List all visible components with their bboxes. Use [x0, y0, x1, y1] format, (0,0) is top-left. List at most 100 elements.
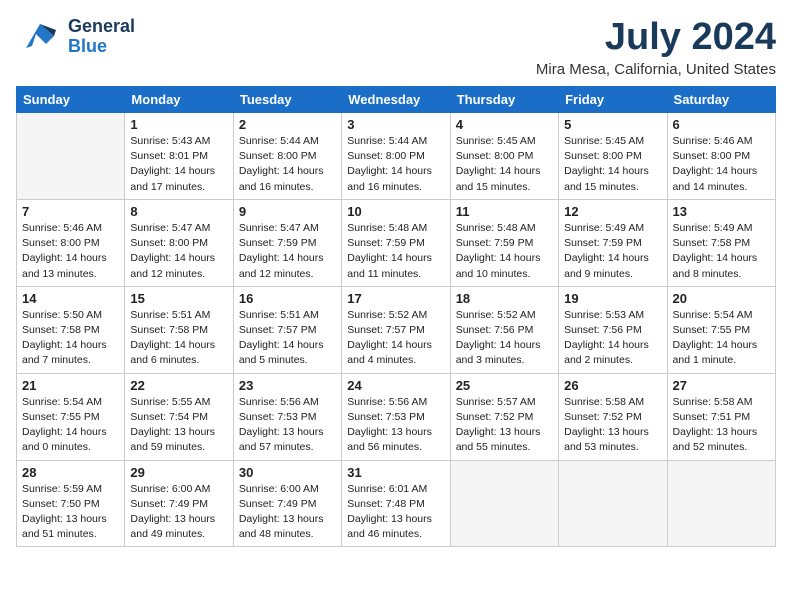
day-number: 25: [456, 378, 553, 393]
calendar-day-cell: 21 Sunrise: 5:54 AM Sunset: 7:55 PM Dayli…: [17, 373, 125, 460]
day-info: Sunrise: 5:56 AM Sunset: 7:53 PM Dayligh…: [347, 395, 444, 456]
calendar-day-cell: 25 Sunrise: 5:57 AM Sunset: 7:52 PM Dayli…: [450, 373, 558, 460]
calendar-day-cell: 22Sunrise: 5:55 AM Sunset: 7:54 PM Dayli…: [125, 373, 233, 460]
calendar-day-cell: 27 Sunrise: 5:58 AM Sunset: 7:51 PM Dayli…: [667, 373, 775, 460]
day-info: Sunrise: 5:45 AM Sunset: 8:00 PM Dayligh…: [456, 134, 553, 195]
calendar-table: SundayMondayTuesdayWednesdayThursdayFrid…: [16, 86, 776, 547]
day-info: Sunrise: 6:00 AM Sunset: 7:49 PM Dayligh…: [239, 482, 336, 543]
day-info: Sunrise: 5:45 AM Sunset: 8:00 PM Dayligh…: [564, 134, 661, 195]
calendar-day-cell: 16 Sunrise: 5:51 AM Sunset: 7:57 PM Dayli…: [233, 286, 341, 373]
day-number: 30: [239, 465, 336, 480]
calendar-day-cell: 3Sunrise: 5:44 AM Sunset: 8:00 PM Daylig…: [342, 113, 450, 200]
day-number: 13: [673, 204, 770, 219]
day-number: 17: [347, 291, 444, 306]
day-number: 20: [673, 291, 770, 306]
day-info: Sunrise: 6:01 AM Sunset: 7:48 PM Dayligh…: [347, 482, 444, 543]
calendar-header-monday: Monday: [125, 87, 233, 113]
calendar-day-cell: 18 Sunrise: 5:52 AM Sunset: 7:56 PM Dayli…: [450, 286, 558, 373]
day-number: 16: [239, 291, 336, 306]
calendar-day-cell: [667, 460, 775, 547]
calendar-day-cell: 28 Sunrise: 5:59 AM Sunset: 7:50 PM Dayli…: [17, 460, 125, 547]
day-number: 28: [22, 465, 119, 480]
calendar-header-sunday: Sunday: [17, 87, 125, 113]
calendar-header-tuesday: Tuesday: [233, 87, 341, 113]
day-info: Sunrise: 5:50 AM Sunset: 7:58 PM Dayligh…: [22, 308, 119, 369]
day-info: Sunrise: 5:58 AM Sunset: 7:51 PM Dayligh…: [673, 395, 770, 456]
day-info: Sunrise: 5:54 AM Sunset: 7:55 PM Dayligh…: [22, 395, 119, 456]
day-number: 23: [239, 378, 336, 393]
calendar-week-row: 14 Sunrise: 5:50 AM Sunset: 7:58 PM Dayli…: [17, 286, 776, 373]
day-number: 4: [456, 117, 553, 132]
day-number: 21: [22, 378, 119, 393]
day-info: Sunrise: 5:48 AM Sunset: 7:59 PM Dayligh…: [347, 221, 444, 282]
day-info: Sunrise: 5:58 AM Sunset: 7:52 PM Dayligh…: [564, 395, 661, 456]
calendar-day-cell: 29Sunrise: 6:00 AM Sunset: 7:49 PM Dayli…: [125, 460, 233, 547]
day-info: Sunrise: 5:55 AM Sunset: 7:54 PM Dayligh…: [130, 395, 227, 456]
calendar-day-cell: 2 Sunrise: 5:44 AM Sunset: 8:00 PM Daylig…: [233, 113, 341, 200]
location-text: Mira Mesa, California, United States: [536, 61, 776, 78]
day-info: Sunrise: 5:49 AM Sunset: 7:59 PM Dayligh…: [564, 221, 661, 282]
calendar-day-cell: 17Sunrise: 5:52 AM Sunset: 7:57 PM Dayli…: [342, 286, 450, 373]
calendar-header-thursday: Thursday: [450, 87, 558, 113]
calendar-day-cell: 15 Sunrise: 5:51 AM Sunset: 7:58 PM Dayli…: [125, 286, 233, 373]
logo: General Blue: [16, 16, 135, 58]
day-info: Sunrise: 5:57 AM Sunset: 7:52 PM Dayligh…: [456, 395, 553, 456]
day-number: 27: [673, 378, 770, 393]
calendar-week-row: 28 Sunrise: 5:59 AM Sunset: 7:50 PM Dayli…: [17, 460, 776, 547]
day-number: 8: [130, 204, 227, 219]
title-area: July 2024 Mira Mesa, California, United …: [536, 16, 776, 78]
day-info: Sunrise: 5:52 AM Sunset: 7:56 PM Dayligh…: [456, 308, 553, 369]
logo-icon: [16, 16, 64, 58]
calendar-week-row: 21 Sunrise: 5:54 AM Sunset: 7:55 PM Dayli…: [17, 373, 776, 460]
day-info: Sunrise: 5:46 AM Sunset: 8:00 PM Dayligh…: [673, 134, 770, 195]
calendar-week-row: 7Sunrise: 5:46 AM Sunset: 8:00 PM Daylig…: [17, 199, 776, 286]
calendar-week-row: 1 Sunrise: 5:43 AM Sunset: 8:01 PM Daylig…: [17, 113, 776, 200]
day-info: Sunrise: 5:44 AM Sunset: 8:00 PM Dayligh…: [239, 134, 336, 195]
calendar-day-cell: 13Sunrise: 5:49 AM Sunset: 7:58 PM Dayli…: [667, 199, 775, 286]
calendar-header-friday: Friday: [559, 87, 667, 113]
day-number: 31: [347, 465, 444, 480]
day-number: 26: [564, 378, 661, 393]
day-number: 5: [564, 117, 661, 132]
month-title: July 2024: [536, 16, 776, 59]
day-number: 18: [456, 291, 553, 306]
day-number: 6: [673, 117, 770, 132]
day-number: 3: [347, 117, 444, 132]
day-info: Sunrise: 5:56 AM Sunset: 7:53 PM Dayligh…: [239, 395, 336, 456]
day-number: 1: [130, 117, 227, 132]
logo-general-text: General: [68, 17, 135, 37]
calendar-day-cell: 24Sunrise: 5:56 AM Sunset: 7:53 PM Dayli…: [342, 373, 450, 460]
day-number: 12: [564, 204, 661, 219]
day-info: Sunrise: 5:59 AM Sunset: 7:50 PM Dayligh…: [22, 482, 119, 543]
calendar-day-cell: 9 Sunrise: 5:47 AM Sunset: 7:59 PM Daylig…: [233, 199, 341, 286]
day-info: Sunrise: 5:53 AM Sunset: 7:56 PM Dayligh…: [564, 308, 661, 369]
logo-blue-text: Blue: [68, 37, 135, 57]
day-number: 29: [130, 465, 227, 480]
day-info: Sunrise: 5:47 AM Sunset: 8:00 PM Dayligh…: [130, 221, 227, 282]
day-number: 7: [22, 204, 119, 219]
day-number: 9: [239, 204, 336, 219]
logo-text: General Blue: [68, 17, 135, 57]
calendar-header-row: SundayMondayTuesdayWednesdayThursdayFrid…: [17, 87, 776, 113]
calendar-header-wednesday: Wednesday: [342, 87, 450, 113]
day-info: Sunrise: 5:54 AM Sunset: 7:55 PM Dayligh…: [673, 308, 770, 369]
day-info: Sunrise: 5:43 AM Sunset: 8:01 PM Dayligh…: [130, 134, 227, 195]
calendar-day-cell: 31 Sunrise: 6:01 AM Sunset: 7:48 PM Dayli…: [342, 460, 450, 547]
calendar-day-cell: 12 Sunrise: 5:49 AM Sunset: 7:59 PM Dayli…: [559, 199, 667, 286]
calendar-day-cell: 23 Sunrise: 5:56 AM Sunset: 7:53 PM Dayli…: [233, 373, 341, 460]
day-number: 10: [347, 204, 444, 219]
day-info: Sunrise: 5:47 AM Sunset: 7:59 PM Dayligh…: [239, 221, 336, 282]
calendar-day-cell: 20 Sunrise: 5:54 AM Sunset: 7:55 PM Dayli…: [667, 286, 775, 373]
day-number: 15: [130, 291, 227, 306]
calendar-day-cell: 30 Sunrise: 6:00 AM Sunset: 7:49 PM Dayli…: [233, 460, 341, 547]
calendar-day-cell: 10 Sunrise: 5:48 AM Sunset: 7:59 PM Dayli…: [342, 199, 450, 286]
day-info: Sunrise: 5:51 AM Sunset: 7:57 PM Dayligh…: [239, 308, 336, 369]
calendar-day-cell: 4 Sunrise: 5:45 AM Sunset: 8:00 PM Daylig…: [450, 113, 558, 200]
calendar-day-cell: [17, 113, 125, 200]
day-number: 14: [22, 291, 119, 306]
calendar-day-cell: 5 Sunrise: 5:45 AM Sunset: 8:00 PM Daylig…: [559, 113, 667, 200]
calendar-day-cell: [559, 460, 667, 547]
page-header: General Blue July 2024 Mira Mesa, Califo…: [16, 16, 776, 78]
day-info: Sunrise: 5:51 AM Sunset: 7:58 PM Dayligh…: [130, 308, 227, 369]
day-number: 2: [239, 117, 336, 132]
